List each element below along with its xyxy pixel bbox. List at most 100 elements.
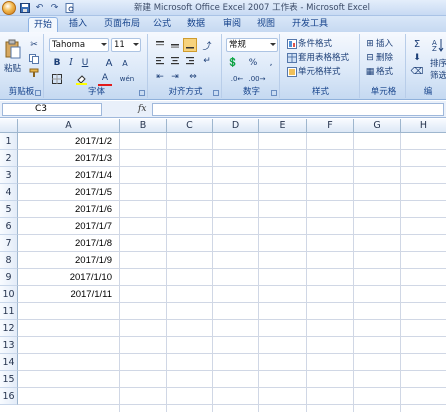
redo-icon[interactable]: ↷ <box>48 2 61 15</box>
font-color-button[interactable]: A <box>98 72 112 86</box>
row-header-14[interactable]: 14 <box>0 354 18 371</box>
number-launcher-icon[interactable] <box>271 90 277 96</box>
delete-cells-button[interactable]: 删除 <box>376 51 393 65</box>
row-header-6[interactable]: 6 <box>0 218 18 235</box>
paste-button[interactable]: 粘贴 <box>4 62 21 76</box>
tab-view[interactable]: 视图 <box>254 17 278 32</box>
comma-button[interactable]: , <box>264 56 278 70</box>
tab-review[interactable]: 审阅 <box>220 17 244 32</box>
merge-center-icon[interactable]: ⇔ <box>186 70 200 84</box>
cell-a6[interactable]: 2017/1/7 <box>18 218 120 235</box>
column-header-d[interactable]: D <box>213 119 259 133</box>
italic-button[interactable]: I <box>64 56 78 70</box>
cell-a7[interactable]: 2017/1/8 <box>18 235 120 252</box>
row-header-10[interactable]: 10 <box>0 286 18 303</box>
fill-color-icon[interactable] <box>74 72 88 86</box>
insert-function-button[interactable]: fx <box>138 103 150 116</box>
tab-formulas[interactable]: 公式 <box>150 17 174 32</box>
save-icon[interactable] <box>18 2 31 15</box>
print-preview-icon[interactable] <box>63 2 76 15</box>
font-launcher-icon[interactable] <box>139 90 145 96</box>
row-header-8[interactable]: 8 <box>0 252 18 269</box>
copy-icon[interactable] <box>27 52 41 66</box>
row-header-2[interactable]: 2 <box>0 150 18 167</box>
tab-page-layout[interactable]: 页面布局 <box>100 17 144 32</box>
align-right-icon[interactable] <box>183 54 197 68</box>
cell-styles-button[interactable]: 单元格样式 <box>298 65 341 79</box>
paste-icon[interactable] <box>4 38 22 60</box>
tab-insert[interactable]: 插入 <box>64 17 92 32</box>
orientation-icon[interactable]: ⤴ <box>200 38 214 52</box>
align-top-icon[interactable] <box>153 38 167 52</box>
office-button[interactable] <box>2 1 16 15</box>
undo-icon[interactable]: ↶ <box>33 2 46 15</box>
column-header-a[interactable]: A <box>18 119 120 133</box>
worksheet-grid[interactable]: A B C D E F G H 1 2 3 4 5 6 7 8 9 10 11 12 13 14 15 16 2017/1/2 2… <box>0 119 446 412</box>
formula-input[interactable] <box>152 103 444 116</box>
underline-button[interactable]: U <box>78 56 92 70</box>
autosum-button[interactable]: Σ <box>410 37 424 51</box>
font-size-select[interactable]: 11 <box>111 38 141 52</box>
row-header-4[interactable]: 4 <box>0 184 18 201</box>
cell-a8[interactable]: 2017/1/9 <box>18 252 120 269</box>
row-header-1[interactable]: 1 <box>0 133 18 150</box>
cell-a3[interactable]: 2017/1/4 <box>18 167 120 184</box>
tab-developer[interactable]: 开发工具 <box>290 17 330 32</box>
conditional-format-button[interactable]: 条件格式 <box>298 37 332 51</box>
decrease-decimal-icon[interactable]: .00→ <box>249 72 266 86</box>
column-header-b[interactable]: B <box>120 119 167 133</box>
align-middle-icon[interactable] <box>168 38 182 52</box>
row-header-16[interactable]: 16 <box>0 388 18 405</box>
cut-icon[interactable]: ✂ <box>27 38 41 52</box>
cell-a5[interactable]: 2017/1/6 <box>18 201 120 218</box>
format-as-table-button[interactable]: 套用表格格式 <box>298 51 349 65</box>
row-header-15[interactable]: 15 <box>0 371 18 388</box>
font-name-select[interactable]: Tahoma <box>49 38 109 52</box>
bold-button[interactable]: B <box>50 56 64 70</box>
delete-cells-icon[interactable]: ⊟ <box>363 51 377 65</box>
percent-button[interactable]: % <box>246 56 260 70</box>
row-header-9[interactable]: 9 <box>0 269 18 286</box>
cell-a1[interactable]: 2017/1/2 <box>18 133 120 150</box>
insert-cells-button[interactable]: 插入 <box>376 37 393 51</box>
decrease-indent-icon[interactable]: ⇤ <box>153 70 167 84</box>
borders-icon[interactable] <box>50 72 64 86</box>
column-header-h[interactable]: H <box>401 119 446 133</box>
clear-icon[interactable]: ⌫ <box>410 65 424 79</box>
column-header-c[interactable]: C <box>167 119 213 133</box>
increase-indent-icon[interactable]: ⇥ <box>168 70 182 84</box>
format-cells-icon[interactable]: ▦ <box>363 65 377 79</box>
alignment-launcher-icon[interactable] <box>213 90 219 96</box>
align-bottom-icon[interactable] <box>183 38 197 52</box>
wrap-text-icon[interactable]: ↵ <box>200 54 214 68</box>
cell-a10[interactable]: 2017/1/11 <box>18 286 120 303</box>
cell-a4[interactable]: 2017/1/5 <box>18 184 120 201</box>
shrink-font-button[interactable]: A <box>118 56 132 70</box>
tab-home[interactable]: 开始 <box>28 17 58 32</box>
row-header-5[interactable]: 5 <box>0 201 18 218</box>
align-center-icon[interactable] <box>168 54 182 68</box>
format-cells-button[interactable]: 格式 <box>376 65 393 79</box>
phonetic-button[interactable]: wén <box>120 72 134 86</box>
row-header-13[interactable]: 13 <box>0 337 18 354</box>
accounting-icon[interactable]: 💲 <box>226 56 240 70</box>
format-as-table-icon[interactable] <box>285 51 299 65</box>
row-header-12[interactable]: 12 <box>0 320 18 337</box>
row-header-7[interactable]: 7 <box>0 235 18 252</box>
insert-cells-icon[interactable]: ⊞ <box>363 37 377 51</box>
column-header-f[interactable]: F <box>307 119 354 133</box>
cell-a9[interactable]: 2017/1/10 <box>18 269 120 286</box>
align-left-icon[interactable] <box>153 54 167 68</box>
row-header-3[interactable]: 3 <box>0 167 18 184</box>
clipboard-launcher-icon[interactable] <box>35 90 41 96</box>
cell-styles-icon[interactable] <box>285 65 299 79</box>
select-all-corner[interactable] <box>0 119 18 133</box>
number-format-select[interactable]: 常规 <box>226 38 278 52</box>
tab-data[interactable]: 数据 <box>184 17 208 32</box>
grow-font-button[interactable]: A <box>102 56 116 70</box>
conditional-format-icon[interactable] <box>285 37 299 51</box>
column-header-g[interactable]: G <box>354 119 401 133</box>
increase-decimal-icon[interactable]: .0← <box>230 72 244 86</box>
format-painter-icon[interactable] <box>27 66 41 80</box>
name-box[interactable]: C3 <box>2 103 102 116</box>
